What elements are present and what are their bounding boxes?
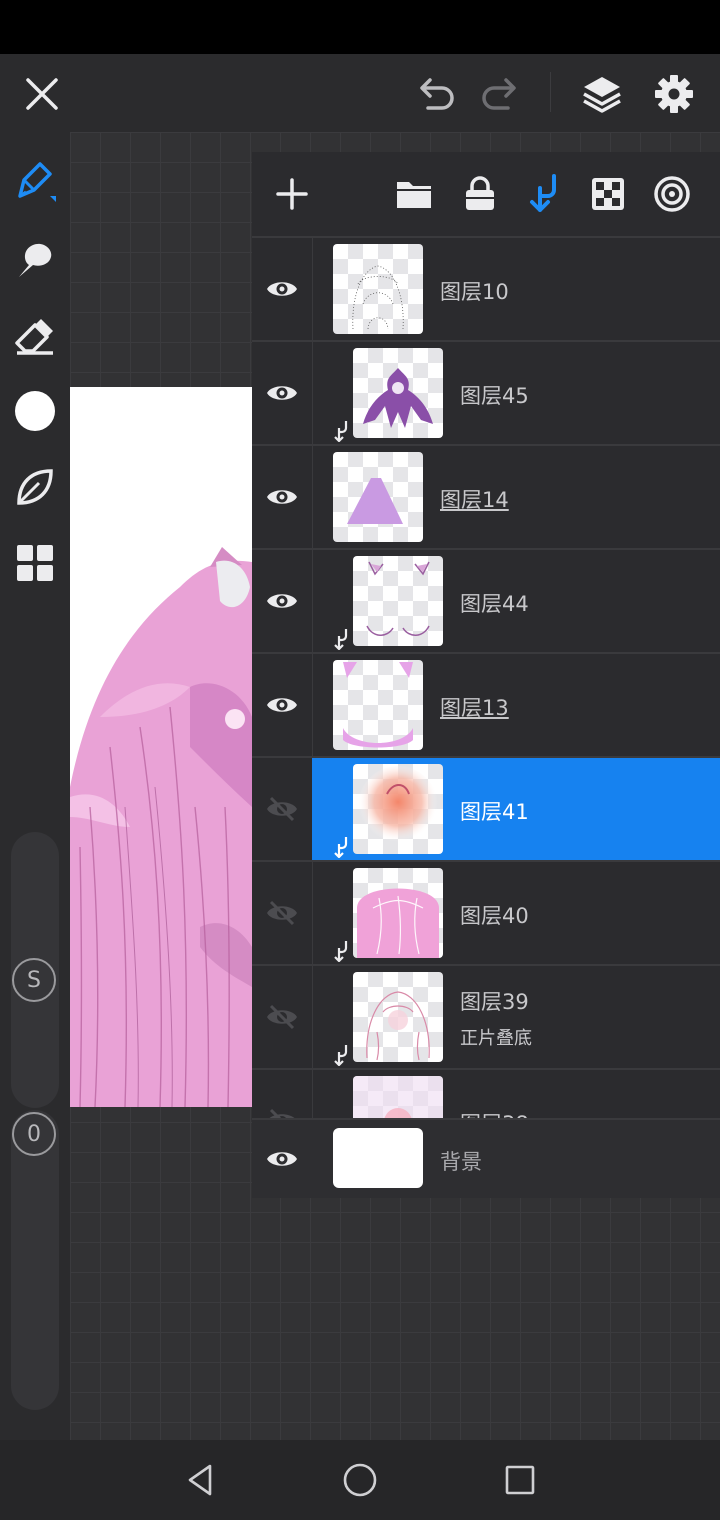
layer-name: 图层40 bbox=[460, 904, 529, 928]
left-toolbar: S 0 bbox=[0, 132, 70, 1440]
layer-name: 图层14 bbox=[440, 488, 509, 512]
target-icon[interactable] bbox=[650, 172, 694, 216]
layer-thumbnail bbox=[353, 556, 443, 646]
clip-indicator-icon bbox=[332, 940, 350, 963]
layer-thumbnail bbox=[353, 348, 443, 438]
layer-row-selected[interactable]: 图层41 bbox=[252, 756, 720, 860]
lock-icon[interactable] bbox=[458, 172, 502, 216]
leaf-icon[interactable] bbox=[10, 462, 60, 512]
background-thumbnail bbox=[333, 1128, 423, 1188]
layers-header bbox=[252, 152, 720, 236]
layer-name: 图层13 bbox=[440, 696, 509, 720]
clip-indicator-icon bbox=[332, 628, 350, 651]
layer-name: 图层44 bbox=[460, 592, 529, 616]
background-layer-name: 背景 bbox=[440, 1150, 482, 1174]
system-navbar bbox=[0, 1440, 720, 1520]
eye-hidden-icon[interactable] bbox=[252, 758, 312, 860]
toolbar-divider bbox=[550, 72, 551, 112]
layer-thumbnail bbox=[353, 1076, 443, 1118]
layers-panel: 图层10 图层45 图层14 图层44 图层13 图层41 图层40 图层39 … bbox=[252, 152, 720, 1198]
clip-arrow-icon[interactable] bbox=[522, 172, 566, 216]
redo-icon[interactable] bbox=[478, 72, 522, 116]
back-icon[interactable] bbox=[176, 1456, 224, 1504]
eye-icon[interactable] bbox=[252, 342, 312, 444]
top-toolbar bbox=[0, 54, 720, 132]
layer-name: 图层41 bbox=[460, 800, 529, 824]
layer-row[interactable]: 图层38 bbox=[252, 1068, 720, 1118]
clip-indicator-icon bbox=[332, 1044, 350, 1067]
layers-icon[interactable] bbox=[578, 70, 626, 118]
eye-icon[interactable] bbox=[252, 446, 312, 548]
background-layer-row[interactable]: 背景 bbox=[252, 1118, 720, 1198]
status-bar bbox=[0, 0, 720, 54]
smudge-icon[interactable] bbox=[10, 234, 60, 284]
folder-icon[interactable] bbox=[392, 172, 436, 216]
artwork-canvas[interactable] bbox=[70, 387, 252, 1107]
brush-icon[interactable] bbox=[10, 156, 60, 206]
layer-row[interactable]: 图层14 bbox=[252, 444, 720, 548]
row-divider bbox=[312, 342, 313, 444]
layer-thumbnail bbox=[353, 972, 443, 1062]
row-divider bbox=[312, 446, 313, 548]
layer-name: 图层10 bbox=[440, 280, 509, 304]
gear-icon[interactable] bbox=[650, 70, 698, 118]
clip-indicator-icon bbox=[332, 836, 350, 859]
layer-row[interactable]: 图层13 bbox=[252, 652, 720, 756]
eye-icon[interactable] bbox=[252, 238, 312, 340]
checker-icon[interactable] bbox=[586, 172, 630, 216]
layer-thumbnail bbox=[333, 452, 423, 542]
layer-thumbnail bbox=[353, 868, 443, 958]
eye-hidden-icon[interactable] bbox=[252, 862, 312, 964]
eraser-icon[interactable] bbox=[10, 310, 60, 360]
color-swatch[interactable] bbox=[10, 386, 60, 436]
home-icon[interactable] bbox=[336, 1456, 384, 1504]
row-divider bbox=[312, 550, 313, 652]
row-divider bbox=[312, 238, 313, 340]
opacity-slider-knob[interactable]: 0 bbox=[12, 1112, 56, 1156]
layer-row[interactable]: 图层45 bbox=[252, 340, 720, 444]
eye-icon[interactable] bbox=[252, 1120, 312, 1198]
layer-row[interactable]: 图层44 bbox=[252, 548, 720, 652]
eye-icon[interactable] bbox=[252, 654, 312, 756]
eye-hidden-icon[interactable] bbox=[252, 1070, 312, 1118]
layer-row[interactable]: 图层40 bbox=[252, 860, 720, 964]
layer-thumbnail bbox=[333, 244, 423, 334]
layer-name: 图层38 bbox=[460, 1108, 529, 1118]
size-slider-knob[interactable]: S bbox=[12, 958, 56, 1002]
recents-icon[interactable] bbox=[496, 1456, 544, 1504]
row-divider bbox=[312, 862, 313, 964]
close-icon[interactable] bbox=[20, 72, 64, 116]
eye-hidden-icon[interactable] bbox=[252, 966, 312, 1068]
layer-name: 图层39 bbox=[460, 990, 529, 1014]
layer-thumbnail bbox=[333, 660, 423, 750]
layer-name: 图层45 bbox=[460, 384, 529, 408]
grid-icon[interactable] bbox=[10, 538, 60, 588]
undo-icon[interactable] bbox=[414, 72, 458, 116]
row-divider bbox=[312, 966, 313, 1068]
eye-icon[interactable] bbox=[252, 550, 312, 652]
layers-list[interactable]: 图层10 图层45 图层14 图层44 图层13 图层41 图层40 图层39 … bbox=[252, 236, 720, 1118]
layer-row[interactable]: 图层10 bbox=[252, 236, 720, 340]
plus-icon[interactable] bbox=[270, 172, 314, 216]
row-divider bbox=[312, 654, 313, 756]
layer-row[interactable]: 图层39 正片叠底 bbox=[252, 964, 720, 1068]
clip-indicator-icon bbox=[332, 420, 350, 443]
row-divider bbox=[312, 1070, 313, 1118]
layer-thumbnail bbox=[353, 764, 443, 854]
blend-mode-label: 正片叠底 bbox=[460, 1028, 532, 1049]
